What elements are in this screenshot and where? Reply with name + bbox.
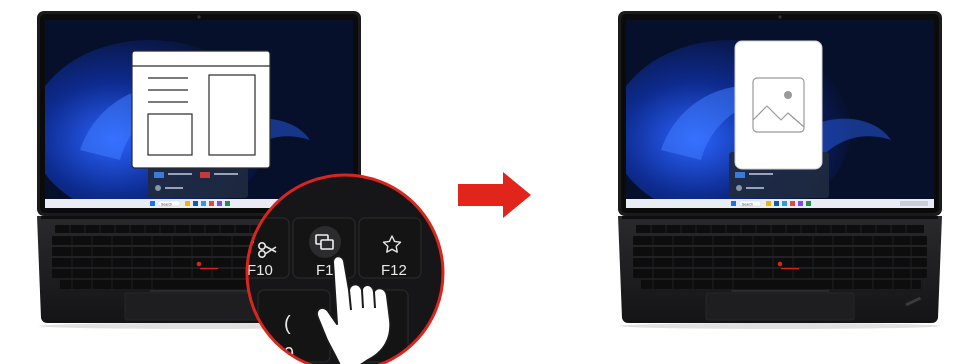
image-placeholder-icon <box>734 40 823 170</box>
key-f12[interactable]: F12 <box>358 217 422 279</box>
svg-text:(: ( <box>284 313 291 335</box>
illustration: Search F10 F11 F12 (9 Search <box>37 11 942 364</box>
key-f10-label: F10 <box>247 262 273 279</box>
taskbar-search-label-after: Search <box>742 202 753 206</box>
right-arrow-icon <box>458 172 531 218</box>
key-f12-label: F12 <box>381 262 407 279</box>
layout-window-icon <box>131 50 271 169</box>
taskbar-search-label: Search <box>161 202 172 206</box>
